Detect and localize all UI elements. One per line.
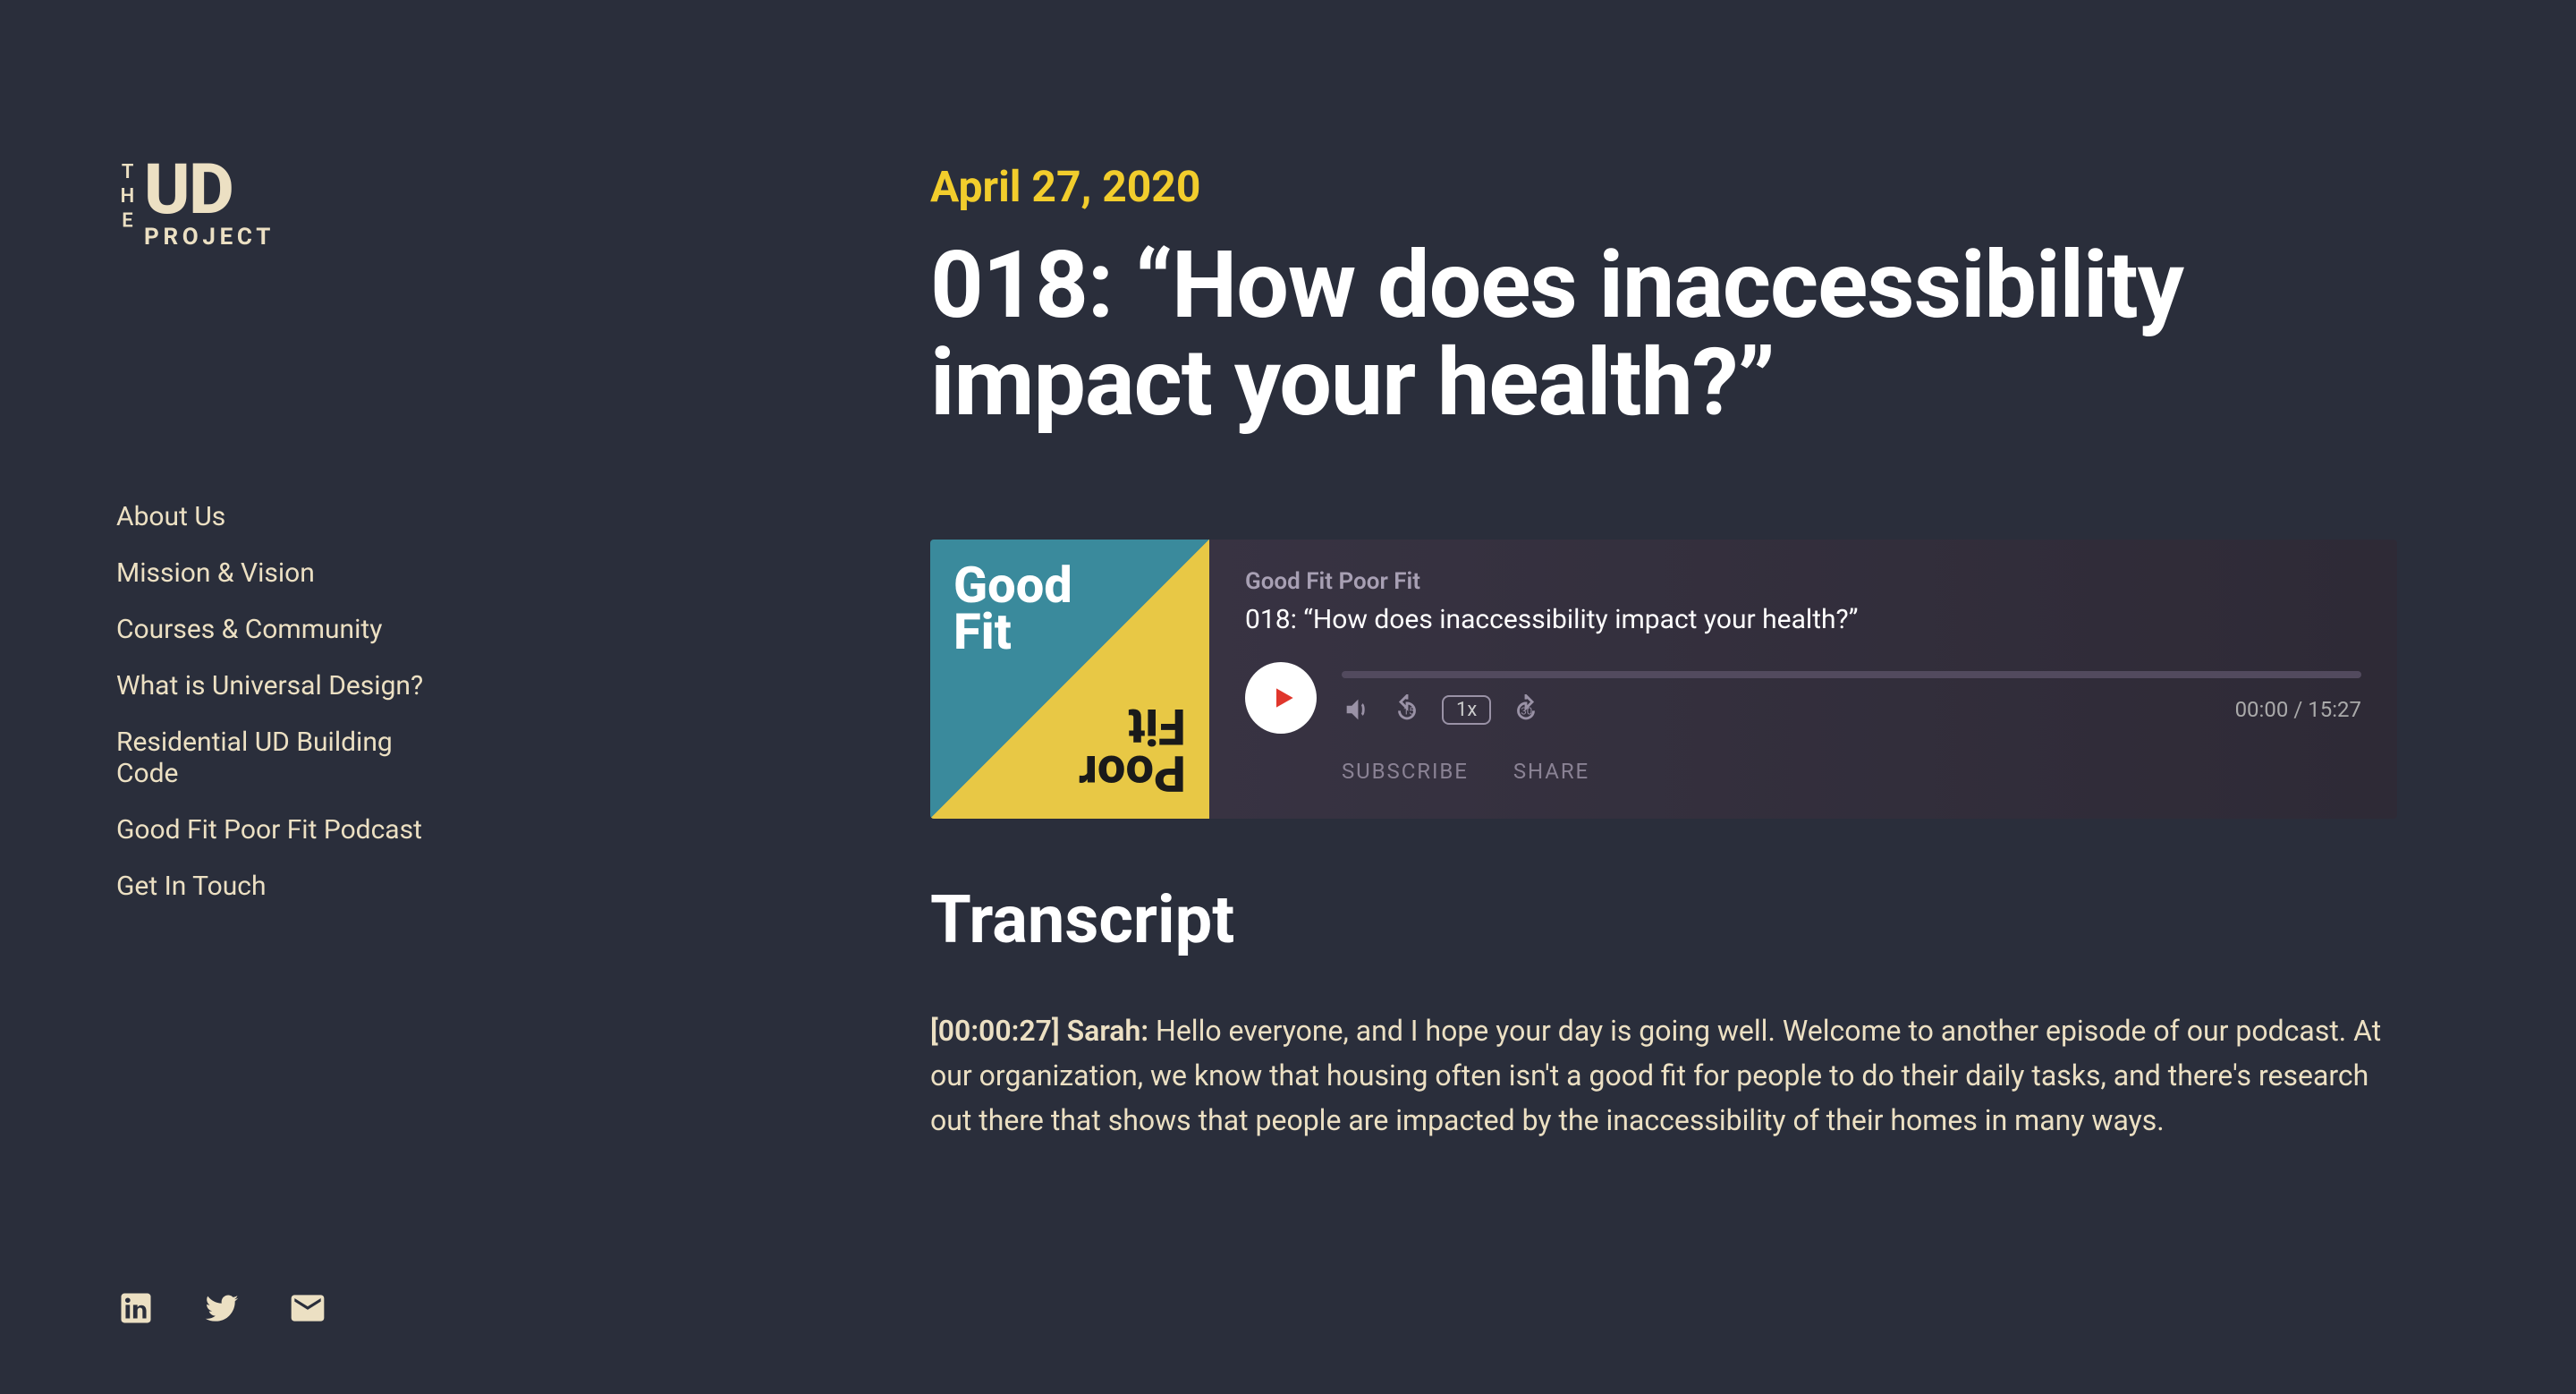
speaker-name: Sarah: bbox=[1067, 1014, 1148, 1048]
nav-building-code[interactable]: Residential UD Building Code bbox=[116, 727, 429, 789]
linkedin-icon[interactable] bbox=[116, 1288, 156, 1331]
forward-icon: 30 bbox=[1511, 694, 1541, 725]
subscribe-link[interactable]: SUBSCRIBE bbox=[1342, 759, 1469, 784]
logo-the: THE bbox=[116, 161, 139, 234]
transcript-text: Hello everyone, and I hope your day is g… bbox=[930, 1014, 2381, 1136]
nav-podcast[interactable]: Good Fit Poor Fit Podcast bbox=[116, 814, 429, 846]
twitter-icon[interactable] bbox=[202, 1288, 242, 1331]
timestamp: [00:00:27] bbox=[930, 1014, 1060, 1048]
volume-icon bbox=[1342, 694, 1372, 725]
nav-contact[interactable]: Get In Touch bbox=[116, 871, 429, 902]
article-title: 018: “How does inaccessibility impact yo… bbox=[930, 237, 2397, 432]
transcript-paragraph: [00:00:27] Sarah: Hello everyone, and I … bbox=[930, 1009, 2397, 1143]
nav-what-is-ud[interactable]: What is Universal Design? bbox=[116, 670, 429, 701]
rewind-icon: 15 bbox=[1392, 694, 1422, 725]
social-links bbox=[116, 1288, 327, 1331]
play-button[interactable] bbox=[1245, 662, 1317, 734]
episode-title: 018: “How does inaccessibility impact yo… bbox=[1245, 604, 2361, 635]
artwork-text-bottom: Poor Fit bbox=[1079, 703, 1186, 795]
play-icon bbox=[1269, 684, 1298, 712]
sidebar: THE UD PROJECT About Us Mission & Vision… bbox=[0, 0, 483, 1394]
site-logo[interactable]: THE UD PROJECT bbox=[116, 161, 429, 251]
playback-speed[interactable]: 1x bbox=[1442, 695, 1491, 725]
main-content: April 27, 2020 018: “How does inaccessib… bbox=[483, 0, 2576, 1394]
mute-button[interactable] bbox=[1342, 694, 1372, 725]
nav-courses[interactable]: Courses & Community bbox=[116, 614, 429, 645]
svg-text:15: 15 bbox=[1403, 705, 1415, 718]
artwork-text-top: Good Fit bbox=[953, 563, 1072, 655]
time-current: 00:00 bbox=[2235, 697, 2289, 722]
time-total: 15:27 bbox=[2308, 697, 2361, 722]
transcript-heading: Transcript bbox=[930, 881, 2397, 959]
logo-project: PROJECT bbox=[144, 224, 275, 251]
time-display: 00:00/15:27 bbox=[2235, 697, 2361, 722]
article-date: April 27, 2020 bbox=[930, 161, 2397, 212]
primary-nav: About Us Mission & Vision Courses & Comm… bbox=[116, 501, 429, 902]
rewind-15-button[interactable]: 15 bbox=[1392, 694, 1422, 725]
audio-player: Good Fit Poor Fit Good Fit Poor Fit 018:… bbox=[930, 540, 2397, 819]
nav-about[interactable]: About Us bbox=[116, 501, 429, 532]
svg-text:30: 30 bbox=[1521, 705, 1533, 718]
podcast-artwork: Good Fit Poor Fit bbox=[930, 540, 1209, 819]
email-icon[interactable] bbox=[288, 1288, 327, 1331]
share-link[interactable]: SHARE bbox=[1513, 759, 1589, 784]
logo-ud: UD bbox=[144, 161, 233, 220]
nav-mission[interactable]: Mission & Vision bbox=[116, 557, 429, 589]
forward-30-button[interactable]: 30 bbox=[1511, 694, 1541, 725]
podcast-name: Good Fit Poor Fit bbox=[1245, 568, 2361, 595]
progress-bar[interactable] bbox=[1342, 671, 2361, 678]
